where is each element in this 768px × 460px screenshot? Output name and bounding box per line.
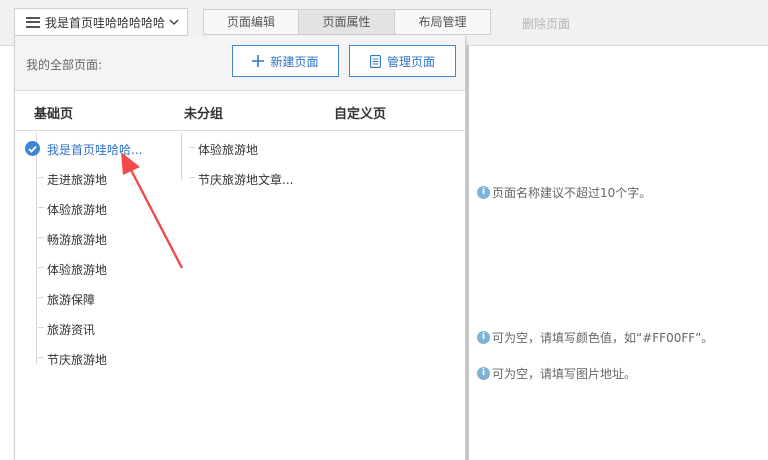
basic-page-label: 节庆旅游地	[47, 353, 108, 367]
new-page-label: 新建页面	[270, 54, 319, 69]
tree-line-ungrouped	[181, 133, 182, 180]
tree-tick	[38, 297, 44, 298]
manage-pages-label: 管理页面	[386, 54, 435, 69]
basic-page-item[interactable]: 节庆旅游地	[38, 351, 108, 368]
tree-tick	[38, 267, 44, 268]
tree-tick	[38, 237, 44, 238]
dropdown-header: 我的全部页面: 新建页面 管理页面	[15, 36, 465, 91]
tree-tick	[38, 327, 44, 328]
document-icon	[370, 54, 381, 68]
color-hint: i 可为空，请填写颜色值，如“#FF00FF”。	[477, 329, 713, 346]
ungrouped-page-label: 节庆旅游地文章...	[198, 173, 294, 187]
basic-page-item[interactable]: 旅游保障	[38, 291, 96, 308]
page-selector[interactable]: 我是首页哇哈哈哈哈哈	[14, 8, 188, 36]
ungrouped-page-item[interactable]: 体验旅游地	[189, 141, 259, 158]
tab-page-edit[interactable]: 页面编辑	[203, 9, 299, 35]
basic-page-item[interactable]: 体验旅游地	[38, 261, 108, 278]
basic-page-label: 畅游旅游地	[47, 233, 108, 247]
tab-page-properties[interactable]: 页面属性	[298, 9, 395, 35]
tree-tick	[189, 177, 195, 178]
tree-tick	[38, 177, 44, 178]
column-custom: 自定义页	[334, 107, 387, 122]
basic-page-item[interactable]: 走进旅游地	[38, 171, 108, 188]
header-divider	[15, 130, 465, 131]
ungrouped-page-item[interactable]: 节庆旅游地文章...	[189, 171, 294, 188]
basic-page-item[interactable]: 旅游资讯	[38, 321, 96, 338]
basic-page-label: 旅游保障	[47, 293, 96, 307]
info-icon: i	[477, 186, 490, 199]
plus-icon	[252, 55, 265, 67]
info-icon: i	[477, 367, 490, 380]
name-hint-text: 页面名称建议不超过10个字。	[492, 186, 652, 200]
basic-page-label: 旅游资讯	[47, 323, 96, 337]
tree-line-basic	[36, 133, 37, 364]
basic-page-label: 体验旅游地	[47, 263, 108, 277]
column-basic: 基础页	[34, 107, 74, 122]
name-hint: i 页面名称建议不超过10个字。	[477, 184, 651, 201]
all-pages-label: 我的全部页面:	[26, 58, 103, 72]
basic-page-item[interactable]: 我是首页哇哈哈...	[47, 141, 142, 158]
tab-delete-page[interactable]: 删除页面	[522, 15, 570, 32]
tab-layout-manage[interactable]: 布局管理	[394, 9, 491, 35]
chevron-down-icon	[169, 19, 179, 25]
color-hint-text: 可为空，请填写颜色值，如“#FF00FF”。	[492, 331, 714, 345]
image-hint: i 可为空，请填写图片地址。	[477, 365, 636, 382]
tree-tick	[38, 357, 44, 358]
tab-bar: 页面编辑 页面属性 布局管理	[203, 9, 491, 35]
basic-page-label: 体验旅游地	[47, 203, 108, 217]
page-dropdown: 我的全部页面: 新建页面 管理页面 基础页 未分组 自定义页 我是首页哇哈哈..…	[14, 36, 466, 460]
tree-tick	[38, 207, 44, 208]
basic-page-item[interactable]: 体验旅游地	[38, 201, 108, 218]
tree-tick	[189, 147, 195, 148]
new-page-button[interactable]: 新建页面	[232, 45, 339, 77]
manage-pages-button[interactable]: 管理页面	[349, 45, 456, 77]
current-page-label: 我是首页哇哈哈哈哈哈	[45, 15, 166, 30]
panel-edge	[466, 46, 469, 460]
check-icon	[25, 141, 40, 156]
info-icon: i	[477, 331, 490, 344]
image-hint-text: 可为空，请填写图片地址。	[492, 367, 637, 381]
basic-page-item[interactable]: 畅游旅游地	[38, 231, 108, 248]
basic-page-label: 走进旅游地	[47, 173, 108, 187]
ungrouped-page-label: 体验旅游地	[198, 143, 259, 157]
menu-icon	[26, 16, 40, 28]
column-ungrouped: 未分组	[184, 107, 224, 122]
